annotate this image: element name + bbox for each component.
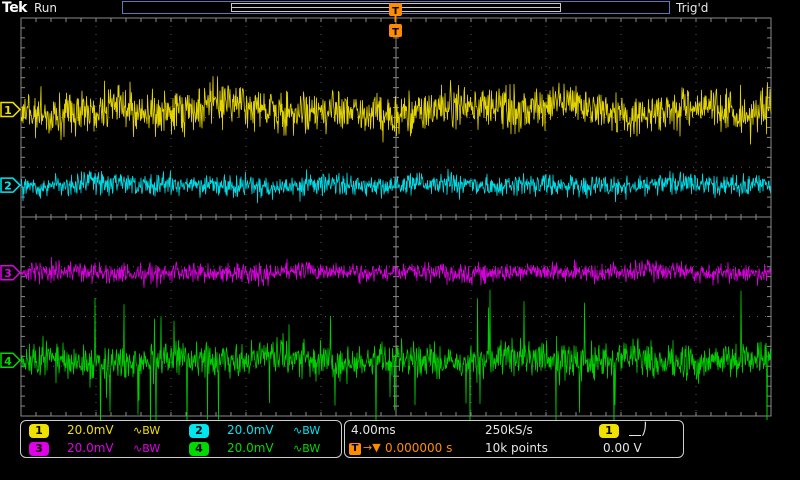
ch4-marker[interactable]: 4 — [0, 352, 22, 369]
horizontal-trigger-panel[interactable]: 4.00ms 250kS/s 1 ⎽⎠ T →▼ 0.000000 s 10k … — [344, 420, 684, 458]
trigger-level[interactable]: 0.00 V — [603, 441, 642, 455]
ch3-marker-label: 3 — [4, 267, 12, 280]
ch4-badge[interactable]: 4 — [189, 442, 209, 456]
ch1-bw-limit-icon: ∿BW — [133, 424, 161, 437]
ch3-bw-limit-icon: ∿BW — [133, 442, 161, 455]
sample-rate: 250kS/s — [485, 423, 533, 437]
ch3-scale[interactable]: 20.0mV — [67, 441, 114, 455]
ch3-marker[interactable]: 3 — [0, 264, 22, 281]
trigger-position[interactable]: 0.000000 s — [385, 441, 452, 455]
channel-markers[interactable]: 1 2 3 4 — [0, 101, 22, 369]
ch4-marker-label: 4 — [4, 355, 12, 368]
trigger-position-letter: T — [392, 6, 399, 17]
ch1-marker-label: 1 — [4, 104, 12, 117]
ch2-marker-label: 2 — [4, 180, 12, 193]
ch4-scale[interactable]: 20.0mV — [227, 441, 274, 455]
ch4-bw-limit-icon: ∿BW — [293, 442, 321, 455]
ch3-badge[interactable]: 3 — [29, 442, 49, 456]
ch2-badge[interactable]: 2 — [189, 424, 209, 438]
waveform-display[interactable]: 1 2 3 4 T T — [0, 0, 800, 420]
trigger-position-marker[interactable]: T T — [389, 3, 402, 38]
trigger-source-badge[interactable]: 1 — [599, 424, 619, 438]
horizontal-scale[interactable]: 4.00ms — [351, 423, 396, 437]
record-length[interactable]: 10k points — [485, 441, 548, 455]
trigger-delay-arrow-icon: →▼ — [363, 441, 381, 454]
trigger-delay-icon: T — [349, 443, 361, 455]
ch1-scale[interactable]: 20.0mV — [67, 423, 114, 437]
ch1-marker[interactable]: 1 — [0, 101, 22, 118]
channel-readout-panel[interactable]: 1 20.0mV ∿BW 2 20.0mV ∿BW 3 20.0mV ∿BW 4… — [20, 420, 342, 458]
ch2-marker[interactable]: 2 — [0, 177, 22, 193]
ch2-bw-limit-icon: ∿BW — [293, 424, 321, 437]
ch1-badge[interactable]: 1 — [29, 424, 49, 438]
trigger-marker-letter: T — [392, 27, 399, 38]
trigger-slope-icon: ⎽⎠ — [629, 422, 648, 436]
ch2-scale[interactable]: 20.0mV — [227, 423, 274, 437]
